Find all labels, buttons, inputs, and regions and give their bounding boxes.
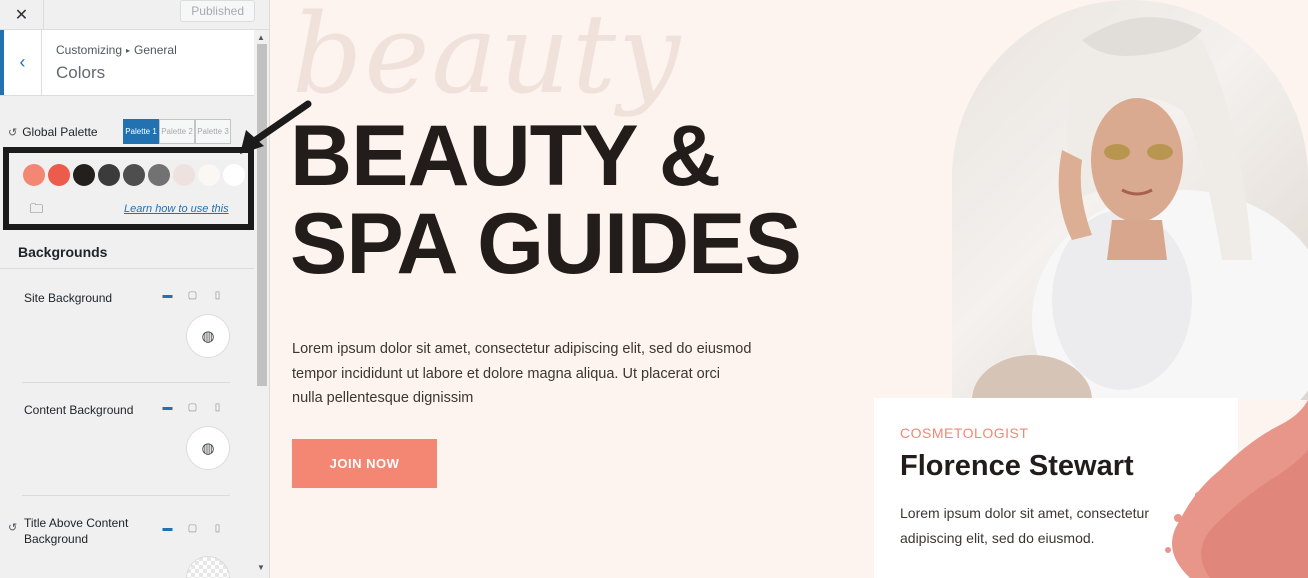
close-icon[interactable]: ✕ <box>0 0 44 30</box>
woman-portrait-image <box>972 17 1308 400</box>
breadcrumb-root: Customizing <box>56 43 123 57</box>
tablet-icon[interactable]: ▢ <box>187 402 198 413</box>
script-word-decoration: beauty <box>292 0 683 118</box>
card-role: COSMETOLOGIST <box>900 425 1029 441</box>
pink-powder-image <box>1165 400 1308 578</box>
learn-how-link[interactable]: Learn how to use this <box>124 203 229 215</box>
palette-swatch-5[interactable] <box>123 164 145 186</box>
site-preview: beauty BEAUTY & SPA GUIDES Lorem ipsum d… <box>270 0 1308 578</box>
tab-palette-3[interactable]: Palette 3 <box>195 119 231 144</box>
content-background-label: Content Background <box>24 403 134 417</box>
scroll-thumb[interactable] <box>257 44 267 386</box>
hero-title: BEAUTY & SPA GUIDES <box>290 108 802 292</box>
content-background-setting: Content Background ▬ ▢ ▯ ◍ <box>0 383 254 495</box>
backgrounds-header: Backgrounds <box>0 236 254 269</box>
device-switcher: ▬ ▢ ▯ <box>162 523 223 534</box>
palette-highlight-box: 🗀 Learn how to use this <box>3 147 254 230</box>
customizer-topbar: ✕ Published <box>0 0 269 30</box>
desktop-icon[interactable]: ▬ <box>162 523 173 534</box>
folder-icon[interactable]: 🗀 <box>30 200 43 222</box>
breadcrumb-parent: General <box>134 43 177 57</box>
scroll-up-icon[interactable]: ▲ <box>257 33 265 42</box>
mobile-icon[interactable]: ▯ <box>212 523 223 534</box>
title-above-content-label: Title Above Content Background <box>24 516 129 546</box>
tab-palette-2[interactable]: Palette 2 <box>159 119 195 144</box>
hero-title-line-1: BEAUTY & <box>290 108 721 204</box>
device-switcher: ▬ ▢ ▯ <box>162 290 223 301</box>
palette-swatch-8[interactable] <box>198 164 220 186</box>
global-palette-label-row: ↺ Global Palette <box>8 125 98 139</box>
tab-palette-1[interactable]: Palette 1 <box>123 119 159 144</box>
palette-swatch-6[interactable] <box>148 164 170 186</box>
transparent-color-button[interactable] <box>186 556 230 578</box>
site-background-label: Site Background <box>24 291 113 305</box>
color-swatches <box>23 164 245 186</box>
globe-icon[interactable]: ◍ <box>186 426 230 470</box>
back-chevron-icon[interactable]: ‹ <box>0 30 42 95</box>
backgrounds-title: Backgrounds <box>18 244 108 260</box>
palette-swatch-7[interactable] <box>173 164 195 186</box>
section-title: Colors <box>56 63 106 82</box>
hero-description: Lorem ipsum dolor sit amet, consectetur … <box>292 341 752 406</box>
hero-title-line-2: SPA GUIDES <box>290 196 802 292</box>
mobile-icon[interactable]: ▯ <box>212 402 223 413</box>
breadcrumb-separator-icon: ▸ <box>126 46 131 55</box>
mobile-icon[interactable]: ▯ <box>212 290 223 301</box>
global-palette-label: Global Palette <box>22 125 98 139</box>
desktop-icon[interactable]: ▬ <box>162 402 173 413</box>
tablet-icon[interactable]: ▢ <box>187 290 198 301</box>
site-background-setting: Site Background ▬ ▢ ▯ ◍ <box>0 270 254 382</box>
breadcrumb: Customizing ▸ General <box>56 43 177 57</box>
palette-swatch-3[interactable] <box>73 164 95 186</box>
palette-swatch-9[interactable] <box>223 164 245 186</box>
globe-icon[interactable]: ◍ <box>186 314 230 358</box>
join-now-button[interactable]: JOIN NOW <box>292 439 437 488</box>
customizer-sidebar: ✕ Published ‹ Customizing ▸ General Colors… <box>0 0 270 578</box>
card-name: Florence Stewart <box>900 450 1134 482</box>
desktop-icon[interactable]: ▬ <box>162 290 173 301</box>
hero-photo <box>952 0 1308 400</box>
reset-icon[interactable]: ↺ <box>8 521 17 534</box>
palette-swatch-2[interactable] <box>48 164 70 186</box>
palette-swatch-1[interactable] <box>23 164 45 186</box>
reset-icon[interactable]: ↺ <box>8 126 17 139</box>
tablet-icon[interactable]: ▢ <box>187 523 198 534</box>
scroll-down-icon[interactable]: ▼ <box>257 563 265 572</box>
published-button[interactable]: Published <box>180 0 255 22</box>
palette-tabs: Palette 1 Palette 2 Palette 3 <box>123 119 231 144</box>
section-header: ‹ Customizing ▸ General Colors <box>0 30 254 96</box>
device-switcher: ▬ ▢ ▯ <box>162 402 223 413</box>
title-above-content-background-setting: ↺ Title Above Content Background ▬ ▢ ▯ <box>0 496 254 578</box>
palette-swatch-4[interactable] <box>98 164 120 186</box>
